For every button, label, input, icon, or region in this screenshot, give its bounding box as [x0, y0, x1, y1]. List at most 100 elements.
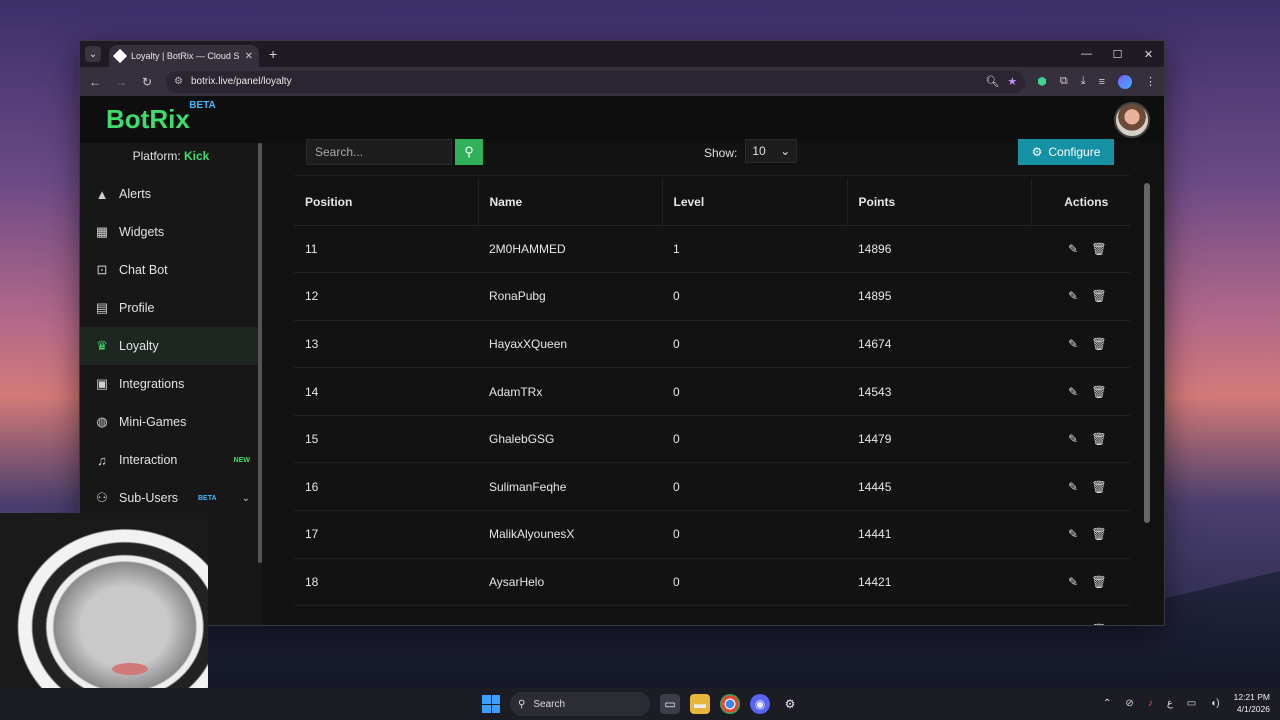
sidebar-item-widgets[interactable]: ▦ Widgets: [80, 213, 262, 251]
tab-search-button[interactable]: ⌄: [85, 46, 101, 62]
edit-icon[interactable]: ✎: [1064, 337, 1082, 351]
edit-icon[interactable]: ✎: [1064, 242, 1082, 256]
language-icon[interactable]: ع: [1167, 698, 1173, 709]
trophy-icon: ♛: [96, 338, 108, 353]
tray-expand-icon[interactable]: ⌃: [1103, 698, 1111, 709]
sidebar-item-label: Widgets: [119, 225, 165, 239]
users-icon: ⚇: [96, 490, 108, 505]
browser-tab[interactable]: Loyalty | BotRix — Cloud Stream ✕: [109, 45, 259, 67]
delete-icon[interactable]: 🗑︎: [1090, 337, 1108, 351]
cell-level: 0: [662, 415, 847, 464]
page-size-select[interactable]: 10 ⌄: [745, 139, 798, 163]
browser-window: ⌄ Loyalty | BotRix — Cloud Stream ✕ + — …: [79, 40, 1165, 626]
volume-icon[interactable]: ◖): [1210, 698, 1219, 709]
cell-actions: ✎ 🗑︎: [1031, 558, 1130, 607]
sidebar-item-loyalty[interactable]: ♛ Loyalty: [80, 327, 262, 365]
table-controls: ⚲ Show: 10 ⌄ ⚙ Configure: [294, 139, 1130, 176]
chevron-down-icon[interactable]: ⌄: [242, 493, 250, 504]
sidebar-item-label: Integrations: [119, 377, 185, 391]
edit-icon[interactable]: ✎: [1064, 480, 1082, 494]
main-scrollbar[interactable]: [1144, 183, 1150, 523]
robot-icon: ⊡: [96, 262, 108, 277]
edit-icon[interactable]: ✎: [1064, 575, 1082, 589]
extensions-puzzle-icon[interactable]: ⧉: [1060, 75, 1068, 88]
edit-icon[interactable]: ✎: [1064, 527, 1082, 541]
profile-extension-icon[interactable]: [1118, 74, 1132, 89]
delete-icon[interactable]: 🗑︎: [1090, 432, 1108, 446]
header-name[interactable]: Name: [478, 179, 663, 226]
delete-icon[interactable]: 🗑︎: [1090, 527, 1108, 541]
header-points[interactable]: Points: [847, 179, 1032, 226]
top-navbar: BotRix BETA: [80, 96, 1164, 143]
back-button[interactable]: ←: [88, 75, 102, 89]
sidebar-item-chat-bot[interactable]: ⊡ Chat Bot: [80, 251, 262, 289]
discord-icon[interactable]: ◉: [750, 694, 770, 714]
delete-icon[interactable]: 🗑︎: [1090, 242, 1108, 256]
configure-button[interactable]: ⚙ Configure: [1018, 139, 1114, 165]
search-input[interactable]: [306, 139, 452, 165]
task-view-icon[interactable]: ▭: [660, 694, 680, 714]
clock[interactable]: 12:21 PM 4/1/2026: [1234, 691, 1270, 715]
header-level[interactable]: Level: [662, 179, 848, 226]
edit-icon[interactable]: ✎: [1064, 623, 1082, 625]
sidebar-item-interaction[interactable]: ♫ Interaction NEW: [80, 441, 262, 479]
start-button-icon[interactable]: [482, 695, 500, 713]
close-window-button[interactable]: ✕: [1133, 41, 1164, 67]
address-toolbar: ← → ↻ ⚙ botrix.live/panel/loyalty 🔍︎ ★ ⬢…: [80, 67, 1164, 96]
zoom-icon[interactable]: 🔍︎: [985, 75, 999, 88]
browser-menu-icon[interactable]: ⋮: [1145, 75, 1156, 88]
chrome-icon[interactable]: [720, 694, 740, 714]
extension-shield-icon[interactable]: ⬢: [1037, 75, 1047, 88]
site-info-icon[interactable]: ⚙: [174, 76, 183, 87]
header-position[interactable]: Position: [294, 179, 479, 226]
app-icon[interactable]: ⚙: [780, 694, 800, 714]
cell-points: 14543: [847, 367, 1031, 416]
edit-icon[interactable]: ✎: [1064, 289, 1082, 303]
search-button[interactable]: ⚲: [455, 139, 483, 165]
network-icon[interactable]: ▭: [1187, 698, 1196, 709]
user-avatar[interactable]: [1114, 102, 1150, 138]
microphone-icon[interactable]: ♪: [1148, 698, 1153, 709]
close-tab-icon[interactable]: ✕: [245, 51, 253, 62]
cell-points: 14479: [847, 415, 1031, 464]
new-tab-button[interactable]: +: [269, 46, 277, 62]
tab-bar: ⌄ Loyalty | BotRix — Cloud Stream ✕ + — …: [80, 41, 1164, 67]
botrix-logo[interactable]: BotRix BETA: [106, 100, 216, 135]
delete-icon[interactable]: 🗑︎: [1090, 575, 1108, 589]
taskbar-apps: ⚲ Search ▭ ▬ ◉ ⚙: [482, 692, 800, 716]
edit-icon[interactable]: ✎: [1064, 432, 1082, 446]
cell-points: 14445: [847, 462, 1031, 512]
edit-icon[interactable]: ✎: [1064, 385, 1082, 399]
delete-icon[interactable]: 🗑︎: [1090, 623, 1108, 625]
delete-icon[interactable]: 🗑︎: [1090, 480, 1108, 494]
reload-button[interactable]: ↻: [140, 75, 154, 89]
grid-icon: ▦: [95, 224, 109, 239]
file-explorer-icon[interactable]: ▬: [690, 694, 710, 714]
cell-name: DawoodKhalifa: [478, 605, 662, 625]
table-row: 18 AysarHelo 0 14421 ✎ 🗑︎: [294, 558, 1130, 607]
cell-name: SulimanFeqhe: [478, 462, 662, 512]
download-icon[interactable]: ⤓: [1081, 75, 1086, 88]
sidebar-item-profile[interactable]: ▤ Profile: [80, 289, 262, 327]
sidebar-item-alerts[interactable]: ▲ Alerts: [80, 175, 262, 213]
cell-position: 15: [294, 415, 478, 464]
forward-button[interactable]: →: [114, 75, 128, 89]
sidebar-item-sub-users[interactable]: ⚇ Sub-Users BETA ⌄: [80, 479, 262, 517]
sidebar-scrollbar[interactable]: [258, 143, 262, 563]
bookmark-star-icon[interactable]: ★: [1007, 75, 1017, 88]
minimize-button[interactable]: —: [1071, 41, 1102, 67]
delete-icon[interactable]: 🗑︎: [1090, 289, 1108, 303]
tray-app-icon[interactable]: ⊘: [1125, 698, 1133, 709]
beta-badge: BETA: [198, 494, 217, 502]
maximize-button[interactable]: ☐: [1102, 41, 1133, 67]
sidebar-item-mini-games[interactable]: ◍ Mini-Games: [80, 403, 262, 441]
media-control-icon[interactable]: ≡: [1099, 76, 1105, 88]
cell-actions: ✎ 🗑︎: [1031, 320, 1130, 369]
table-row: 17 MalikAlyounesX 0 14441 ✎ 🗑︎: [294, 510, 1130, 559]
delete-icon[interactable]: 🗑︎: [1090, 385, 1108, 399]
sidebar-item-integrations[interactable]: ▣ Integrations: [80, 365, 262, 403]
taskbar-search[interactable]: ⚲ Search: [510, 692, 650, 716]
music-icon: ♫: [97, 452, 107, 468]
address-bar[interactable]: ⚙ botrix.live/panel/loyalty 🔍︎ ★: [166, 70, 1026, 93]
loyalty-panel: ⚲ Show: 10 ⌄ ⚙ Configure Position: [280, 139, 1150, 625]
